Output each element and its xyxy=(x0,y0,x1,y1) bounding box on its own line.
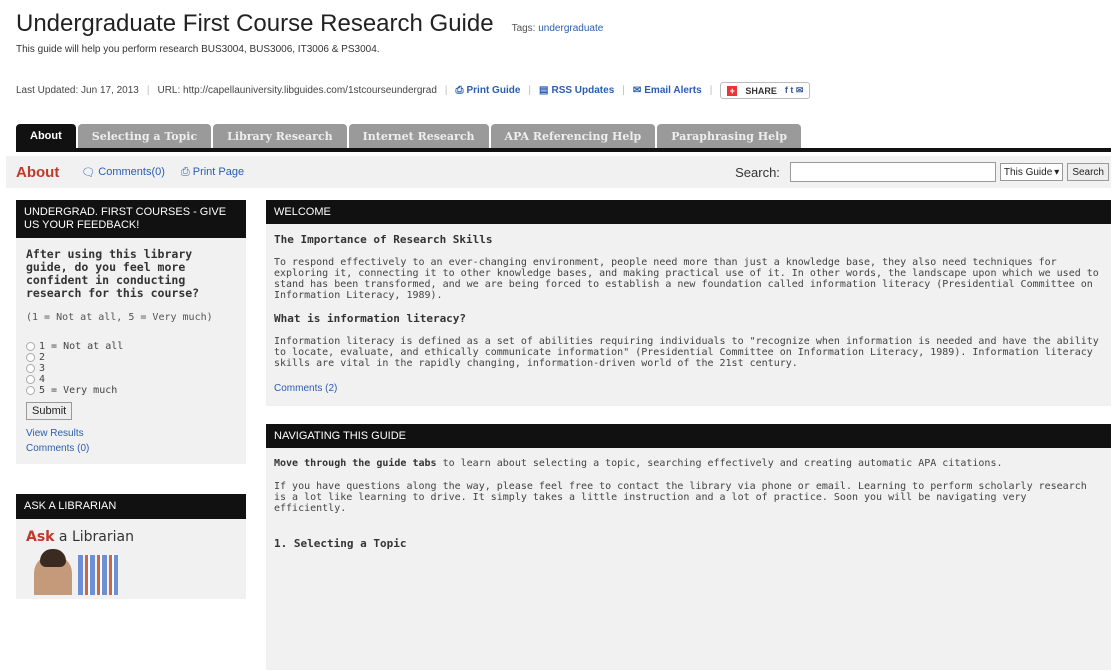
search-scope-label: This Guide xyxy=(1003,166,1053,178)
option-label: 5 = Very much xyxy=(39,385,118,396)
tags-label: Tags: xyxy=(511,23,536,34)
separator: | xyxy=(444,85,448,96)
email-label: Email Alerts xyxy=(644,85,702,96)
guide-description: This guide will help you perform researc… xyxy=(16,44,380,55)
guide-url: URL: http://capellauniversity.libguides.… xyxy=(157,85,437,96)
guide-tabs: About Selecting a Topic Library Research… xyxy=(16,118,1111,152)
poll-option[interactable]: 4 xyxy=(26,374,238,385)
search-button[interactable]: Search xyxy=(1067,163,1109,181)
paragraph: If you have questions along the way, ple… xyxy=(274,481,1087,514)
poll-option[interactable]: 5 = Very much xyxy=(26,385,238,396)
feedback-box: UNDERGRAD. FIRST COURSES - GIVE US YOUR … xyxy=(16,200,246,464)
poll-option[interactable]: 3 xyxy=(26,363,238,374)
comment-icon: 🗨 xyxy=(81,166,96,179)
print-icon: ⎙ xyxy=(455,85,464,96)
submit-button[interactable]: Submit xyxy=(26,402,73,420)
left-column: UNDERGRAD. FIRST COURSES - GIVE US YOUR … xyxy=(16,200,246,599)
tab-selecting-a-topic[interactable]: Selecting a Topic xyxy=(77,124,212,148)
poll-question: After using this library guide, do you f… xyxy=(26,247,200,300)
search-label: Search: xyxy=(735,164,780,180)
comments-label: Comments(0) xyxy=(98,166,165,178)
bookshelf-image xyxy=(78,555,118,595)
tab-library-research[interactable]: Library Research xyxy=(213,124,347,148)
radio-button[interactable] xyxy=(26,375,35,384)
separator: | xyxy=(622,85,625,96)
ask-body: Ask a Librarian xyxy=(16,519,246,599)
print-page-label: Print Page xyxy=(192,166,245,178)
share-plus-icon: + xyxy=(727,85,738,96)
poll-option[interactable]: 2 xyxy=(26,352,238,363)
radio-button[interactable] xyxy=(26,364,35,373)
email-icon: ✉ xyxy=(632,85,642,96)
poll-scale: (1 = Not at all, 5 = Very much) xyxy=(26,312,213,323)
welcome-heading: WELCOME xyxy=(266,200,1111,224)
librarian-face xyxy=(34,549,72,595)
separator: | xyxy=(146,85,150,96)
chevron-down-icon: ▾ xyxy=(1054,166,1060,178)
navigating-panel: NAVIGATING THIS GUIDE Move through the g… xyxy=(266,424,1111,670)
search-area: Search: This Guide ▾ Search xyxy=(735,162,1109,182)
option-label: 2 xyxy=(39,352,46,363)
print-guide-label: Print Guide xyxy=(466,85,521,96)
tab-internet-research[interactable]: Internet Research xyxy=(348,124,489,148)
ask-title-rest: a Librarian xyxy=(54,529,134,545)
lead-paragraph: Move through the guide tabs to learn abo… xyxy=(274,458,1103,469)
view-results-link[interactable]: View Results xyxy=(26,428,238,439)
radio-button[interactable] xyxy=(26,386,35,395)
rss-label: RSS Updates xyxy=(551,85,615,96)
option-label: 1 = Not at all xyxy=(39,341,124,352)
tab-about[interactable]: About xyxy=(16,124,76,148)
rss-icon: ▤ xyxy=(539,85,549,96)
ask-title: Ask a Librarian xyxy=(26,529,236,545)
welcome-body: The Importance of Research Skills To res… xyxy=(266,224,1111,406)
tag-link[interactable]: undergraduate xyxy=(538,23,603,34)
print-icon: ⎙ xyxy=(180,165,190,178)
last-updated: Last Updated: Jun 17, 2013 xyxy=(16,85,139,96)
lead-bold: Move through the guide tabs xyxy=(274,458,437,469)
librarian-photo xyxy=(26,549,236,595)
poll-option[interactable]: 1 = Not at all xyxy=(26,341,238,352)
search-input[interactable] xyxy=(789,162,996,182)
ask-title-bold: Ask xyxy=(26,529,55,545)
section-heading: What is information literacy? xyxy=(274,312,467,325)
navigating-heading: NAVIGATING THIS GUIDE xyxy=(266,424,1111,448)
list-heading: 1. Selecting a Topic xyxy=(274,537,407,550)
print-page-link[interactable]: ⎙ Print Page xyxy=(181,166,244,179)
tags: Tags: undergraduate xyxy=(512,23,604,34)
option-label: 4 xyxy=(39,374,46,385)
comments-link[interactable]: 🗨 Comments(0) xyxy=(81,166,165,179)
separator: | xyxy=(528,85,532,96)
email-alerts-link[interactable]: ✉ Email Alerts xyxy=(633,85,702,96)
social-icons: f t ✉ xyxy=(784,85,804,95)
page-title: Undergraduate First Course Research Guid… xyxy=(16,10,494,37)
rss-link[interactable]: ▤ RSS Updates xyxy=(539,85,614,96)
ask-librarian-box: ASK A LIBRARIAN Ask a Librarian xyxy=(16,494,246,599)
print-guide-link[interactable]: ⎙ Print Guide xyxy=(456,85,521,96)
separator: | xyxy=(709,85,713,96)
share-label: SHARE xyxy=(745,85,777,96)
tab-paraphrasing-help[interactable]: Paraphrasing Help xyxy=(657,124,802,148)
ask-heading: ASK A LIBRARIAN xyxy=(16,494,246,519)
search-scope-select[interactable]: This Guide ▾ xyxy=(999,163,1064,181)
navigating-body: Move through the guide tabs to learn abo… xyxy=(266,448,1111,670)
radio-button[interactable] xyxy=(26,353,35,362)
share-button[interactable]: + SHARE f t ✉ xyxy=(720,82,811,99)
feedback-heading: UNDERGRAD. FIRST COURSES - GIVE US YOUR … xyxy=(16,200,246,238)
lead-rest: to learn about selecting a topic, search… xyxy=(436,458,1003,469)
feedback-poll: After using this library guide, do you f… xyxy=(16,238,246,464)
welcome-comments-link[interactable]: Comments (2) xyxy=(274,383,1103,394)
paragraph: To respond effectively to an ever-changi… xyxy=(274,257,1099,301)
meta-bar: Last Updated: Jun 17, 2013 | URL: http:/… xyxy=(16,82,1111,99)
main-content: WELCOME The Importance of Research Skill… xyxy=(266,200,1111,670)
page-subbar: About 🗨 Comments(0) ⎙ Print Page Search: T… xyxy=(6,156,1111,188)
option-label: 3 xyxy=(39,363,46,374)
guide-header: Undergraduate First Course Research Guid… xyxy=(16,10,1107,55)
radio-button[interactable] xyxy=(26,342,35,351)
subpage-title: About xyxy=(16,163,60,181)
section-heading: The Importance of Research Skills xyxy=(274,233,493,246)
welcome-panel: WELCOME The Importance of Research Skill… xyxy=(266,200,1111,406)
tab-apa-referencing-help[interactable]: APA Referencing Help xyxy=(490,124,656,148)
paragraph: Information literacy is defined as a set… xyxy=(274,336,1099,369)
poll-comments-link[interactable]: Comments (0) xyxy=(26,443,238,454)
